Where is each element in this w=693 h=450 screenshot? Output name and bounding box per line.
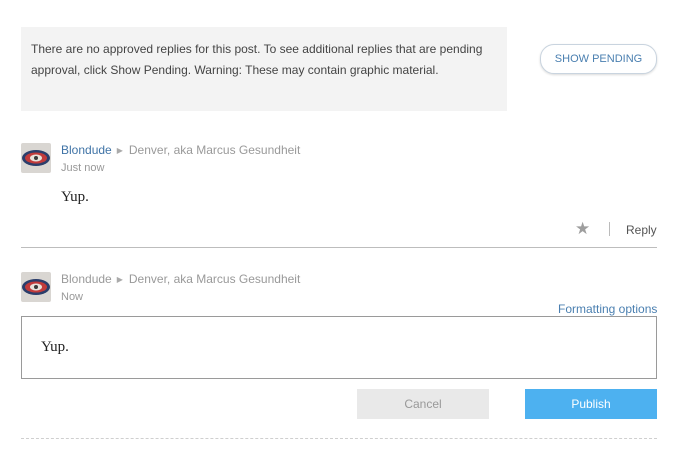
bottom-divider bbox=[21, 438, 657, 439]
author-link[interactable]: Blondude bbox=[61, 143, 112, 157]
composer-location: Denver, aka Marcus Gesundheit bbox=[128, 272, 301, 286]
caret-right-icon: ▶ bbox=[116, 146, 123, 155]
formatting-options-link[interactable]: Formatting options bbox=[558, 302, 657, 316]
comment-byline: Blondude ▶ Denver, aka Marcus Gesundheit bbox=[61, 143, 300, 157]
pending-notice: There are no approved replies for this p… bbox=[21, 27, 507, 111]
avatar[interactable] bbox=[21, 143, 51, 173]
cancel-button[interactable]: Cancel bbox=[357, 389, 489, 419]
show-pending-button[interactable]: SHOW PENDING bbox=[540, 44, 657, 74]
caret-right-icon: ▶ bbox=[116, 275, 123, 284]
author-location: Denver, aka Marcus Gesundheit bbox=[128, 143, 301, 157]
action-divider bbox=[609, 222, 610, 236]
composer-author: Blondude bbox=[61, 272, 112, 286]
composer-byline: Blondude ▶ Denver, aka Marcus Gesundheit bbox=[61, 272, 300, 286]
comment-body: Yup. bbox=[61, 189, 89, 205]
reply-editor[interactable]: Yup. bbox=[21, 316, 657, 379]
star-icon[interactable]: ★ bbox=[575, 219, 590, 239]
composer-timestamp: Now bbox=[61, 291, 84, 303]
publish-button[interactable]: Publish bbox=[525, 389, 657, 419]
reply-button[interactable]: Reply bbox=[626, 223, 657, 237]
composer-avatar bbox=[21, 272, 51, 302]
comment-timestamp: Just now bbox=[61, 162, 105, 174]
comment-divider bbox=[21, 247, 657, 248]
